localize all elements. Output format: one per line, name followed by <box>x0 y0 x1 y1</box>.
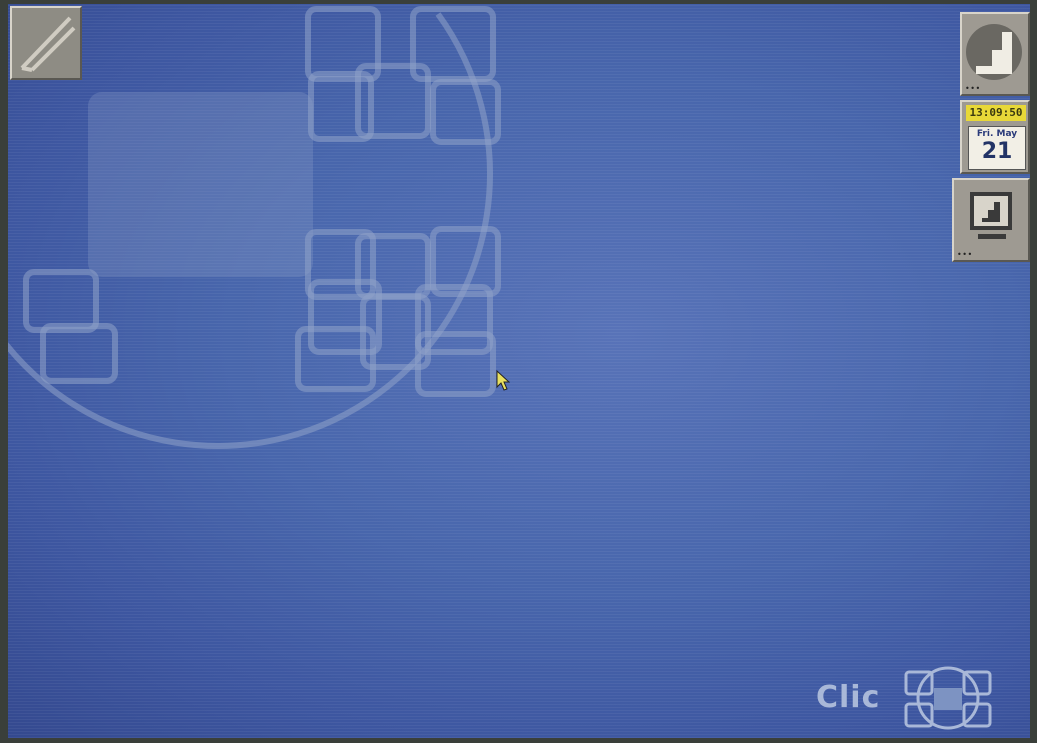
clock-widget[interactable]: 13:09:50 Fri. May 21 <box>960 100 1030 174</box>
more-dots: • • • <box>957 250 972 259</box>
brand-text: Clic <box>816 680 881 715</box>
calendar: Fri. May 21 <box>968 126 1026 170</box>
pencil-launcher-button[interactable] <box>10 6 82 80</box>
pencil-icon <box>20 16 76 72</box>
exit-icon <box>966 24 1022 80</box>
desktop-screen: • • • 13:09:50 Fri. May 21 • • • Clic <box>8 4 1030 738</box>
exit-button[interactable]: • • • <box>960 12 1030 96</box>
clock-time: 13:09:50 <box>966 105 1026 121</box>
monitor-icon <box>970 192 1012 239</box>
mouse-pointer-icon <box>496 370 510 391</box>
calendar-day: 21 <box>981 139 1013 164</box>
wallpaper-pattern <box>8 6 501 450</box>
clic-logo-icon <box>904 666 992 730</box>
monitor-button[interactable]: • • • <box>952 178 1030 262</box>
more-dots: • • • <box>965 84 980 93</box>
